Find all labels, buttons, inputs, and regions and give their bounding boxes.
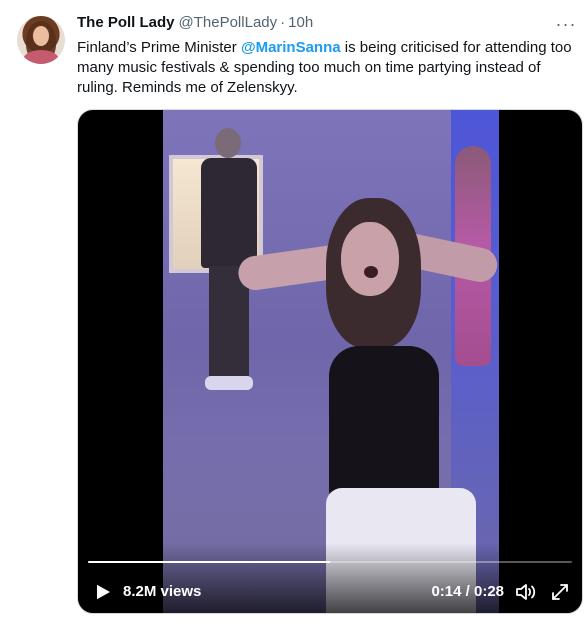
play-button[interactable] — [94, 583, 112, 601]
view-count: 8.2M views — [123, 583, 202, 600]
video-controls — [78, 543, 582, 613]
tweet-card[interactable]: The Poll Lady @ThePollLady · 10h ··· Fin… — [0, 0, 588, 622]
tweet-text-before: Finland’s Prime Minister — [77, 39, 241, 56]
tweet-time[interactable]: 10h — [288, 14, 313, 31]
tweet-header: The Poll Lady @ThePollLady · 10h — [77, 14, 313, 34]
fullscreen-icon — [552, 584, 568, 600]
play-icon — [97, 584, 110, 600]
tweet-text: Finland’s Prime Minister @MarinSanna is … — [77, 38, 581, 98]
video-progress-bar[interactable] — [88, 561, 572, 563]
user-handle[interactable]: @ThePollLady — [179, 14, 278, 31]
volume-button[interactable] — [515, 582, 537, 602]
fullscreen-button[interactable] — [550, 582, 570, 602]
more-icon[interactable]: ··· — [556, 15, 576, 33]
mention-link[interactable]: @MarinSanna — [241, 39, 341, 56]
video-time: 0:14 / 0:28 — [431, 583, 504, 600]
video-player[interactable]: 8.2M views 0:14 / 0:28 — [77, 109, 583, 614]
volume-icon — [516, 584, 536, 600]
video-frame[interactable] — [163, 110, 501, 613]
video-progress-fill — [88, 561, 330, 563]
display-name[interactable]: The Poll Lady — [77, 14, 175, 31]
header-separator: · — [280, 14, 286, 31]
avatar[interactable] — [17, 16, 65, 64]
